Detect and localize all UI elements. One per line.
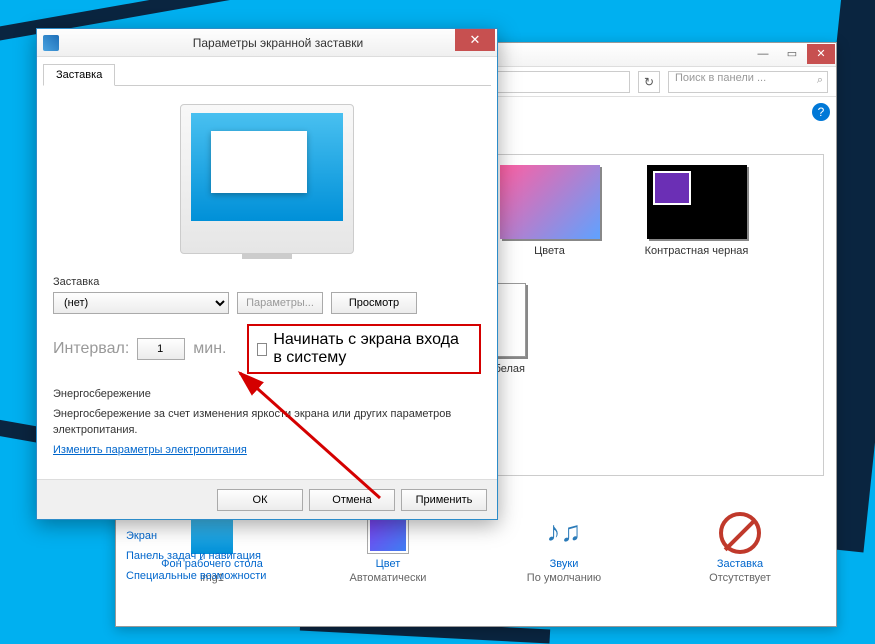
nav-link[interactable]: Экран <box>126 526 266 546</box>
preview-button[interactable]: Просмотр <box>331 292 417 314</box>
cancel-button[interactable]: Отмена <box>309 489 395 511</box>
minimize-button[interactable]: — <box>749 44 777 64</box>
resume-checkbox[interactable] <box>257 343 267 356</box>
setting-value: Автоматически <box>328 572 448 584</box>
sound-icon: ♪♫ <box>543 512 585 554</box>
theme-thumb <box>500 165 600 239</box>
screensaver-icon <box>719 512 761 554</box>
settings-button[interactable]: Параметры... <box>237 292 323 314</box>
resume-label: Начинать с экрана входа в систему <box>273 331 471 367</box>
theme-thumb <box>647 165 747 239</box>
screensaver-label: Заставка <box>53 276 481 288</box>
highlight-box: Начинать с экрана входа в систему <box>247 324 481 374</box>
dialog-footer: ОК Отмена Применить <box>37 479 497 519</box>
ok-button[interactable]: ОК <box>217 489 303 511</box>
theme-label: Цвета <box>492 245 607 257</box>
search-input[interactable]: Поиск в панели ... <box>668 71 828 93</box>
theme-label: Контрастная черная <box>639 245 754 257</box>
refresh-button[interactable]: ↻ <box>638 71 660 93</box>
dialog-title: Параметры экранной заставки <box>59 36 497 50</box>
setting-title: Звуки <box>504 558 624 570</box>
maximize-button[interactable]: ▭ <box>778 44 806 64</box>
tabstrip: Заставка <box>43 63 491 86</box>
energy-group-label: Энергосбережение <box>53 388 481 400</box>
setting-title: Цвет <box>328 558 448 570</box>
interval-unit: мин. <box>193 340 226 358</box>
theme-item[interactable]: Цвета <box>492 165 607 257</box>
screensaver-dialog: Параметры экранной заставки ✕ Заставка З… <box>36 28 498 520</box>
interval-label: Интервал: <box>53 340 129 358</box>
theme-item[interactable]: Контрастная черная <box>639 165 754 257</box>
energy-link[interactable]: Изменить параметры электропитания <box>53 444 247 456</box>
dialog-icon <box>43 35 59 51</box>
nav-link[interactable]: Специальные возможности <box>126 566 266 586</box>
tab-screensaver[interactable]: Заставка <box>43 64 115 86</box>
apply-button[interactable]: Применить <box>401 489 487 511</box>
setting-value: Отсутствует <box>680 572 800 584</box>
nav-link[interactable]: Панель задач и навигация <box>126 546 266 566</box>
energy-description: Энергосбережение за счет изменения яркос… <box>53 406 481 438</box>
interval-spinner[interactable] <box>137 338 185 360</box>
left-nav-links: Экран Панель задач и навигация Специальн… <box>126 526 266 586</box>
screensaver-select[interactable]: (нет) <box>53 292 229 314</box>
dialog-close-button[interactable]: ✕ <box>455 29 495 51</box>
setting-sound[interactable]: ♪♫ Звуки По умолчанию <box>504 512 624 584</box>
dialog-titlebar: Параметры экранной заставки ✕ <box>37 29 497 57</box>
screensaver-preview <box>180 104 354 254</box>
setting-color[interactable]: Цвет Автоматически <box>328 512 448 584</box>
setting-screensaver[interactable]: Заставка Отсутствует <box>680 512 800 584</box>
setting-value: По умолчанию <box>504 572 624 584</box>
help-icon[interactable]: ? <box>812 103 830 121</box>
close-button[interactable]: ✕ <box>807 44 835 64</box>
setting-title: Заставка <box>680 558 800 570</box>
